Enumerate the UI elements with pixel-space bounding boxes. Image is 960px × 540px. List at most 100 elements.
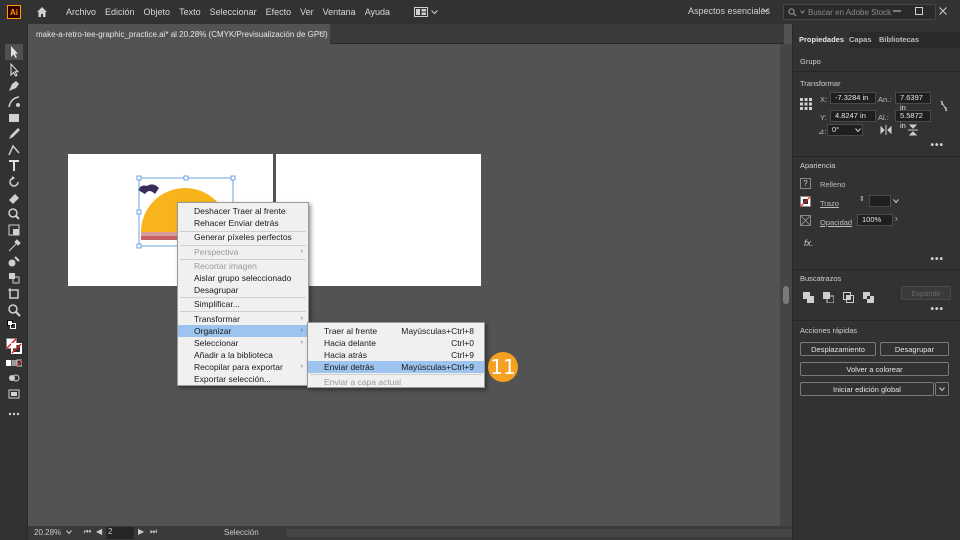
- menu-item-isolate-group[interactable]: Aislar grupo seleccionado: [178, 272, 308, 284]
- more-options-icon[interactable]: •••: [930, 254, 944, 265]
- type-tool-icon[interactable]: [7, 159, 21, 173]
- ungroup-button[interactable]: Desagrupar: [880, 342, 949, 356]
- menu-item-undo[interactable]: Deshacer Traer al frente: [178, 205, 308, 217]
- menu-seleccionar[interactable]: Seleccionar: [210, 7, 257, 17]
- arrange-documents-button[interactable]: [414, 7, 438, 17]
- curvature-tool-icon[interactable]: [7, 95, 21, 109]
- menu-item-simplify[interactable]: Simplificar...: [178, 298, 308, 310]
- menu-item-export-selection[interactable]: Exportar selección...: [178, 373, 308, 385]
- eraser-tool-icon[interactable]: [7, 191, 21, 205]
- menu-ventana[interactable]: Ventana: [323, 7, 356, 17]
- recolor-button[interactable]: Volver a colorear: [800, 362, 949, 376]
- submenu-item-bring-forward[interactable]: Hacia delante Ctrl+0: [308, 337, 484, 349]
- menu-item-arrange[interactable]: Organizar ›: [178, 325, 308, 337]
- artboard-tool-icon[interactable]: [7, 287, 21, 301]
- chevron-down-icon[interactable]: [66, 530, 72, 535]
- stroke-weight-input[interactable]: [869, 195, 891, 207]
- submenu-item-send-backward[interactable]: Hacia atrás Ctrl+9: [308, 349, 484, 361]
- more-options-icon[interactable]: •••: [930, 140, 944, 151]
- x-input[interactable]: -7.3284 in: [830, 92, 876, 104]
- chevron-down-icon[interactable]: [762, 8, 769, 13]
- symbol-sprayer-tool-icon[interactable]: [7, 271, 21, 285]
- chevron-down-icon[interactable]: [855, 128, 861, 133]
- offset-path-button[interactable]: Desplazamiento: [800, 342, 876, 356]
- minimize-icon[interactable]: [890, 4, 904, 18]
- next-artboard-icon[interactable]: ▶: [138, 527, 144, 536]
- rectangle-tool-icon[interactable]: [7, 111, 21, 125]
- home-icon[interactable]: [35, 5, 49, 19]
- flip-vertical-icon[interactable]: [908, 124, 918, 136]
- menu-item-pixel-perfect[interactable]: Generar píxeles perfectos: [178, 231, 308, 243]
- start-global-edit-button[interactable]: Iniciar edición global: [800, 382, 934, 396]
- minus-front-icon[interactable]: [823, 292, 834, 303]
- menu-objeto[interactable]: Objeto: [144, 7, 171, 17]
- scrollbar-thumb[interactable]: [783, 286, 789, 304]
- menu-ayuda[interactable]: Ayuda: [365, 7, 390, 17]
- opacity-label[interactable]: Opacidad: [820, 218, 852, 227]
- opacity-input[interactable]: 100%: [857, 214, 893, 226]
- width-input[interactable]: 7.6397 in: [895, 92, 931, 112]
- unite-icon[interactable]: [803, 292, 814, 303]
- menu-item-collect-export[interactable]: Recopilar para exportar ›: [178, 361, 308, 373]
- zoom-level[interactable]: 20.28%: [34, 528, 61, 537]
- expand-button[interactable]: Expandir: [901, 286, 951, 300]
- tab-libraries[interactable]: Bibliotecas: [873, 32, 925, 48]
- paintbrush-tool-icon[interactable]: [7, 127, 21, 141]
- document-tab[interactable]: make-a-retro-tee-graphic_practice.ai* al…: [28, 24, 330, 44]
- shaper-tool-icon[interactable]: [7, 143, 21, 157]
- menu-item-select[interactable]: Seleccionar ›: [178, 337, 308, 349]
- stepper-icon[interactable]: ⇕: [859, 195, 865, 203]
- stroke-swatch-icon[interactable]: [800, 196, 811, 207]
- workspace-switcher[interactable]: Aspectos esenciales: [688, 6, 770, 16]
- more-tools-icon[interactable]: [7, 407, 21, 421]
- global-edit-options-button[interactable]: [935, 382, 949, 396]
- menu-item-ungroup[interactable]: Desagrupar: [178, 284, 308, 296]
- zoom-tool-icon[interactable]: [7, 303, 21, 317]
- flip-horizontal-icon[interactable]: [880, 125, 892, 135]
- fill-stroke-swatch-icon[interactable]: [6, 338, 22, 354]
- menu-archivo[interactable]: Archivo: [66, 7, 96, 17]
- first-artboard-icon[interactable]: ⏮: [84, 527, 91, 537]
- previous-artboard-icon[interactable]: ◀: [96, 527, 102, 536]
- reference-point-icon[interactable]: [800, 98, 812, 110]
- menu-texto[interactable]: Texto: [179, 7, 201, 17]
- menu-item-redo[interactable]: Rehacer Enviar detrás: [178, 217, 308, 229]
- close-icon[interactable]: [936, 4, 950, 18]
- color-mode-icons[interactable]: [6, 359, 22, 367]
- menu-item-add-to-library[interactable]: Añadir a la biblioteca: [178, 349, 308, 361]
- menu-edicion[interactable]: Edición: [105, 7, 135, 17]
- horizontal-scrollbar[interactable]: [286, 529, 806, 537]
- submenu-item-send-to-back[interactable]: Enviar detrás Mayúsculas+Ctrl+9: [308, 361, 484, 373]
- constrain-proportions-icon[interactable]: [939, 100, 949, 112]
- fill-swatch-icon[interactable]: ?: [800, 178, 811, 189]
- direct-selection-tool-icon[interactable]: [7, 63, 21, 77]
- vertical-scrollbar[interactable]: [780, 44, 792, 526]
- chevron-right-icon[interactable]: ›: [895, 214, 898, 223]
- free-transform-tool-icon[interactable]: [7, 223, 21, 237]
- canvas-area[interactable]: [38, 44, 780, 526]
- chevron-down-icon[interactable]: [893, 199, 899, 204]
- default-fill-stroke-icon[interactable]: [7, 320, 17, 330]
- artboard-number-input[interactable]: 2: [106, 527, 134, 539]
- pen-tool-icon[interactable]: [7, 79, 21, 93]
- eyedropper-tool-icon[interactable]: [7, 239, 21, 253]
- rotate-tool-icon[interactable]: [7, 175, 21, 189]
- exclude-icon[interactable]: [863, 292, 874, 303]
- drawing-mode-icon[interactable]: [7, 371, 21, 385]
- more-options-icon[interactable]: •••: [930, 304, 944, 315]
- tab-properties[interactable]: Propiedades: [793, 32, 851, 48]
- maximize-icon[interactable]: [912, 4, 926, 18]
- y-input[interactable]: 4.8247 in: [830, 110, 876, 122]
- intersect-icon[interactable]: [843, 292, 854, 303]
- fx-icon[interactable]: fx.: [804, 238, 814, 248]
- close-tab-icon[interactable]: ×: [319, 28, 324, 38]
- last-artboard-icon[interactable]: ⏭: [150, 527, 157, 537]
- stroke-label[interactable]: Trazo: [820, 199, 839, 208]
- warp-tool-icon[interactable]: [7, 207, 21, 221]
- menu-efecto[interactable]: Efecto: [266, 7, 292, 17]
- menu-ver[interactable]: Ver: [300, 7, 314, 17]
- height-input[interactable]: 5.5872 in: [895, 110, 931, 130]
- screen-mode-icon[interactable]: [7, 387, 21, 401]
- submenu-item-bring-to-front[interactable]: Traer al frente Mayúsculas+Ctrl+8: [308, 325, 484, 337]
- selection-tool-icon[interactable]: [5, 44, 23, 60]
